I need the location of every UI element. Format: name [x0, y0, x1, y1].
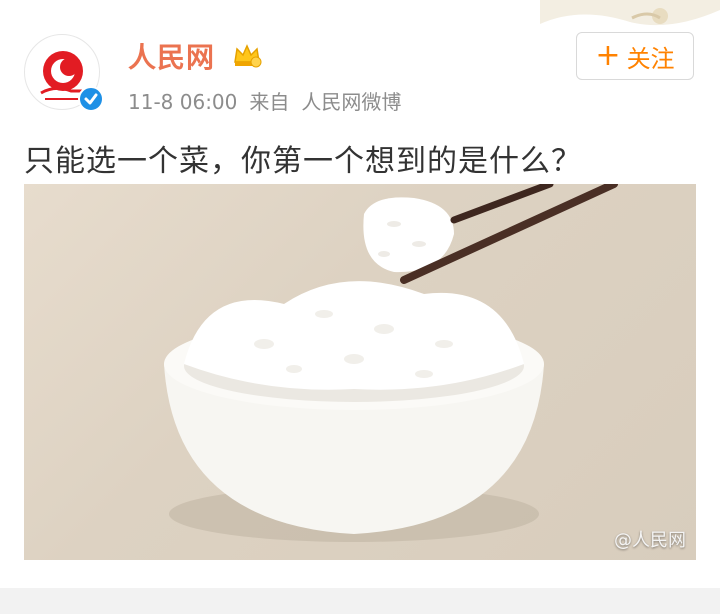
- verified-badge-icon: [78, 86, 104, 112]
- follow-label: 关注: [626, 44, 675, 73]
- crown-icon: [234, 44, 262, 68]
- post-divider: [0, 588, 720, 614]
- post-image[interactable]: @人民网: [24, 184, 696, 560]
- post-timestamp: 11-8 06:00: [128, 90, 238, 114]
- rice-bowl-illustration: [164, 184, 618, 542]
- source-name[interactable]: 人民网微博: [301, 90, 401, 114]
- follow-button[interactable]: + 关注: [576, 32, 694, 80]
- post-text: 只能选一个菜，你第一个想到的是什么？: [24, 144, 582, 179]
- image-watermark: @人民网: [614, 530, 686, 551]
- weibo-post-card: 人民网 11-8 06:00 来自 人民网微博 + 关注 只能选一个菜，你第一个想到…: [0, 0, 720, 614]
- source-prefix: 来自: [249, 90, 290, 114]
- post-meta: 11-8 06:00 来自 人民网微博: [128, 86, 413, 115]
- author-name[interactable]: 人民网: [128, 36, 215, 76]
- plus-icon: +: [595, 38, 621, 73]
